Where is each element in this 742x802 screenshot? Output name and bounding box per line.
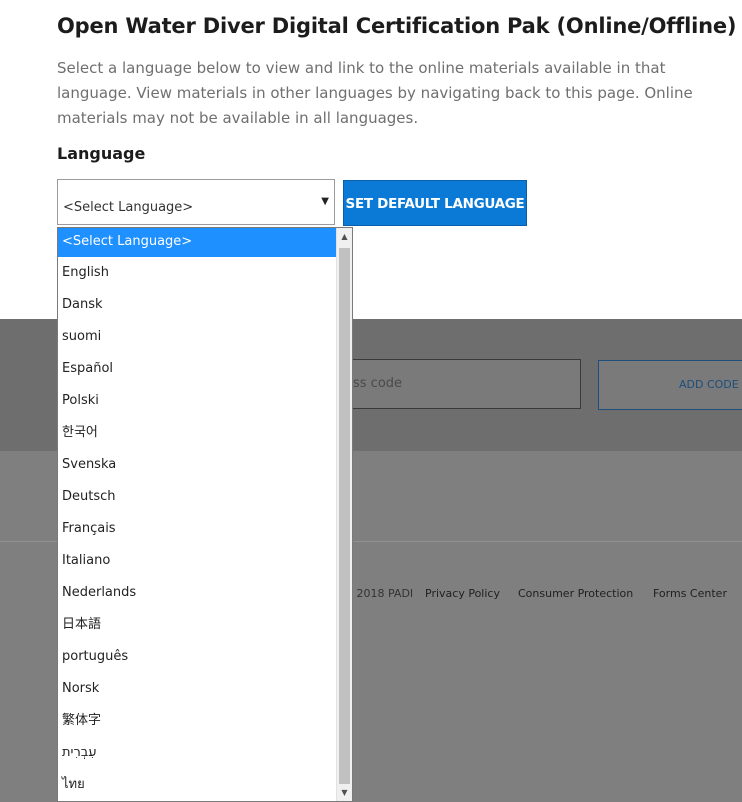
add-code-button[interactable]: ADD CODE [598,360,742,410]
consumer-protection-link[interactable]: Consumer Protection [518,587,633,600]
page-title: Open Water Diver Digital Certification P… [57,14,737,38]
language-option[interactable]: 繁体字 [58,706,336,738]
intro-text: Select a language below to view and link… [57,59,693,127]
forms-center-link[interactable]: Forms Center [653,587,727,600]
scrollbar-thumb[interactable] [339,248,350,784]
language-option[interactable]: suomi [58,322,336,354]
language-option[interactable]: עִבְרִית [58,738,336,770]
set-default-language-button[interactable]: SET DEFAULT LANGUAGE [343,180,527,226]
language-option[interactable]: Norsk [58,674,336,706]
language-select[interactable]: <Select Language> ▼ [57,179,335,225]
language-option[interactable]: Nederlands [58,578,336,610]
language-option[interactable]: Español [58,354,336,386]
dropdown-scrollbar[interactable]: ▲ ▼ [336,228,352,801]
language-option[interactable]: Français [58,514,336,546]
language-option[interactable]: ไทย [58,770,336,801]
language-option[interactable]: Polski [58,386,336,418]
scroll-down-arrow-icon[interactable]: ▼ [337,784,352,801]
language-option[interactable]: 日本語 [58,610,336,642]
language-option[interactable]: English [58,258,336,290]
language-label: Language [57,144,146,163]
scroll-up-arrow-icon[interactable]: ▲ [337,228,352,245]
language-option[interactable]: português [58,642,336,674]
access-code-input[interactable]: ss code [352,359,581,409]
language-option[interactable]: Dansk [58,290,336,322]
language-select-value: <Select Language> [63,200,194,215]
language-option[interactable]: 한국어 [58,418,336,450]
language-option[interactable]: Deutsch [58,482,336,514]
language-option[interactable]: Italiano [58,546,336,578]
language-option[interactable]: Svenska [58,450,336,482]
language-dropdown-list[interactable]: <Select Language> English Dansk suomi Es… [57,227,353,802]
access-code-placeholder: ss code [353,376,403,391]
privacy-policy-link[interactable]: Privacy Policy [425,587,500,600]
caret-down-icon: ▼ [321,196,329,207]
page: Open Water Diver Digital Certification P… [0,0,742,802]
language-option[interactable]: <Select Language> [58,228,336,257]
